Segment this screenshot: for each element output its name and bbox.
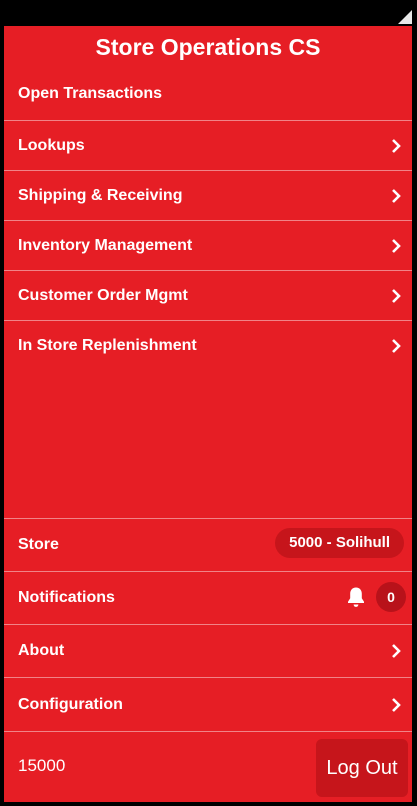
store-label: Store [18, 536, 59, 553]
chevron-right-icon [392, 338, 401, 353]
chevron-right-icon [392, 288, 401, 303]
chevron-right-icon [392, 238, 401, 253]
menu-item-label: Inventory Management [18, 236, 193, 254]
menu-item-label: Open Transactions [18, 85, 163, 102]
notifications-label: Notifications [18, 589, 115, 606]
page-title: Store Operations CS [95, 34, 321, 60]
app-screen: Store Operations CS Open Transactions Lo… [4, 6, 412, 802]
menu-item-label: About [18, 642, 65, 659]
menu-item-configuration[interactable]: Configuration [4, 677, 412, 731]
bottom-menu: Store 5000 - Solihull Notifications 0 Ab… [4, 518, 412, 731]
menu-item-label: In Store Replenishment [18, 336, 197, 354]
chevron-right-icon [392, 188, 401, 203]
logout-button[interactable]: Log Out [316, 739, 408, 797]
main-menu: Open Transactions Lookups Shipping & Rec… [4, 68, 412, 370]
notifications-count-badge[interactable]: 0 [376, 582, 406, 612]
menu-item-shipping-receiving[interactable]: Shipping & Receiving [4, 170, 412, 220]
footer-bar: 15000 Log Out [4, 731, 412, 802]
menu-item-inventory-management[interactable]: Inventory Management [4, 220, 412, 270]
signal-icon [398, 10, 412, 24]
menu-item-about[interactable]: About [4, 624, 412, 677]
store-row[interactable]: Store 5000 - Solihull [4, 518, 412, 571]
status-bar [4, 6, 412, 26]
chevron-right-icon [392, 697, 401, 712]
chevron-right-icon [392, 138, 401, 153]
notifications-row[interactable]: Notifications 0 [4, 571, 412, 624]
bell-icon[interactable] [346, 586, 366, 608]
menu-item-open-transactions[interactable]: Open Transactions [4, 68, 412, 120]
menu-item-lookups[interactable]: Lookups [4, 120, 412, 170]
menu-item-customer-order-mgmt[interactable]: Customer Order Mgmt [4, 270, 412, 320]
user-id-text: 15000 [18, 756, 66, 775]
menu-item-label: Shipping & Receiving [18, 186, 183, 204]
menu-item-label: Configuration [18, 695, 123, 713]
menu-item-label: Lookups [18, 136, 85, 154]
store-selector[interactable]: 5000 - Solihull [275, 528, 404, 558]
menu-item-label: Customer Order Mgmt [18, 286, 188, 304]
chevron-right-icon [392, 644, 401, 658]
menu-item-in-store-replenishment[interactable]: In Store Replenishment [4, 320, 412, 370]
